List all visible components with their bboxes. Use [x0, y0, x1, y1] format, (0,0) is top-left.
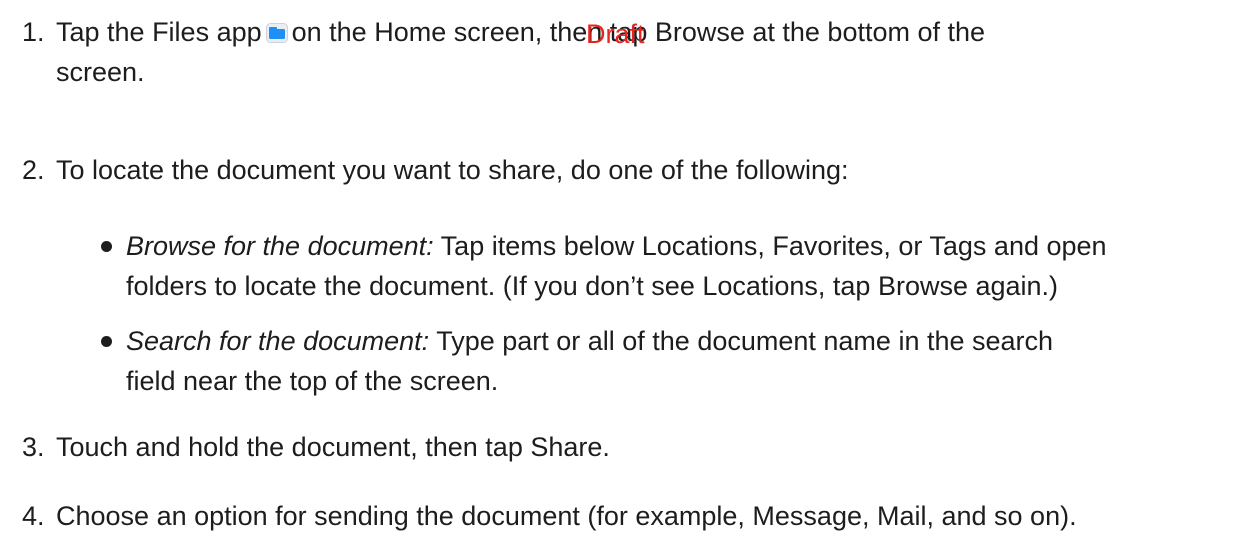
step-number: 2.	[22, 155, 45, 185]
bullet-label: Browse for the document:	[126, 231, 434, 261]
files-app-icon	[265, 14, 288, 43]
step-text: Choose an option for sending the documen…	[56, 501, 1077, 531]
bullet-line1: Tap items below Locations, Favorites, or…	[440, 231, 1107, 261]
draft-watermark: Draft	[586, 19, 645, 49]
step-text: To locate the document you want to share…	[56, 155, 849, 185]
bullet-dot	[101, 241, 112, 252]
bullet-line2: folders to locate the document. (If you …	[126, 271, 1059, 301]
step-number: 3.	[22, 432, 45, 462]
bullet-dot	[101, 336, 112, 347]
step-number: 1.	[22, 17, 45, 47]
step-1-text-line2: screen.	[56, 57, 145, 87]
step-1-text-before-icon: Tap the Files app	[56, 17, 262, 47]
bullet-label: Search for the document:	[126, 326, 430, 356]
bullet-text: Browse for the document: Tap items below…	[126, 226, 1226, 306]
bullet-text: Search for the document: Type part or al…	[126, 321, 1226, 401]
bullet-line2: field near the top of the screen.	[126, 366, 499, 396]
bullet-line1: Type part or all of the document name in…	[436, 326, 1054, 356]
step-number: 4.	[22, 501, 45, 531]
step-text: Touch and hold the document, then tap Sh…	[56, 432, 610, 462]
